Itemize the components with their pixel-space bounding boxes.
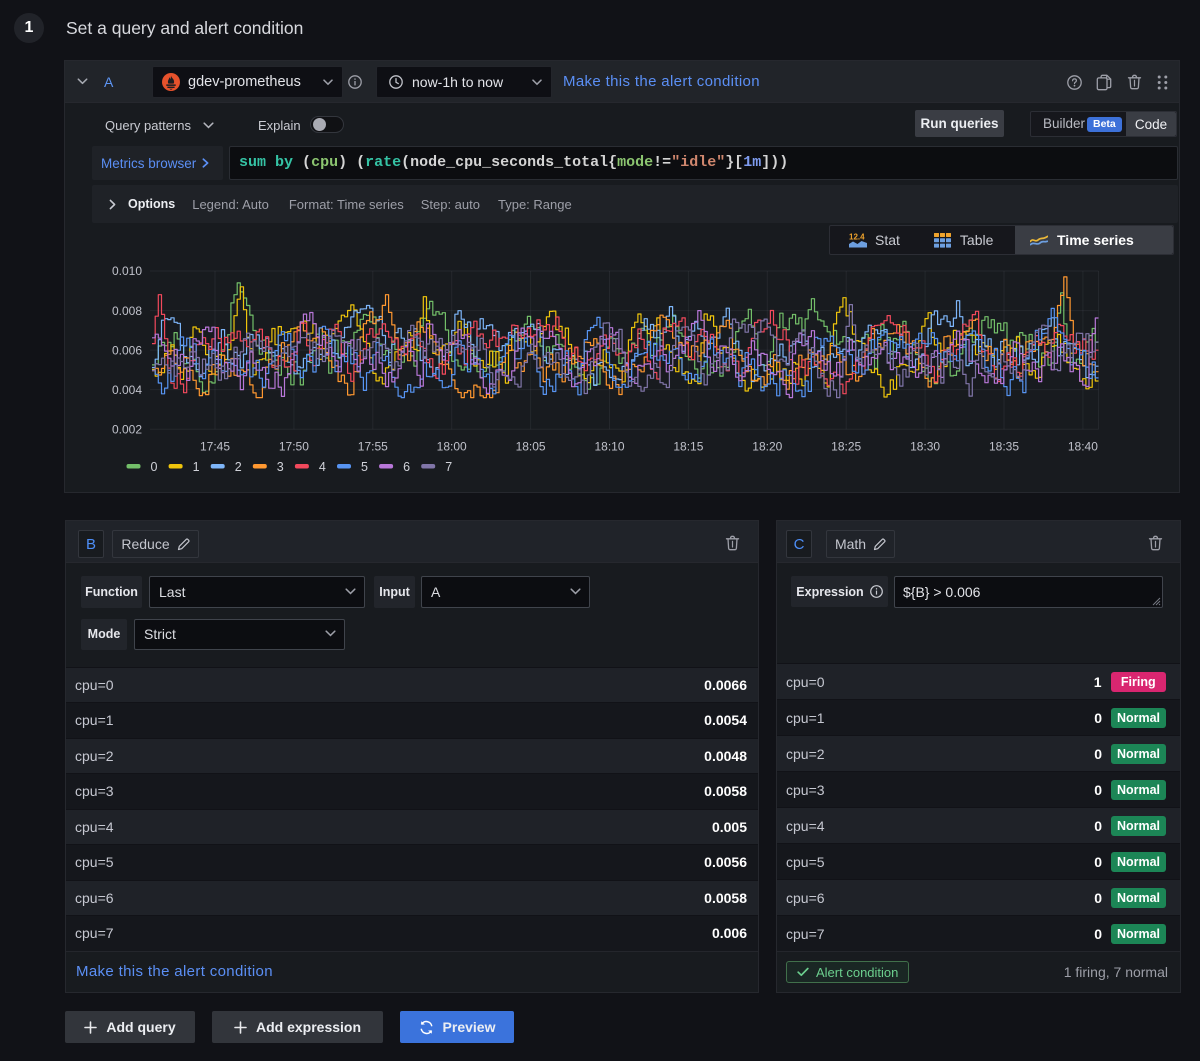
svg-text:4: 4 (319, 460, 326, 474)
svg-text:0.004: 0.004 (112, 383, 142, 397)
svg-text:0.002: 0.002 (112, 422, 142, 436)
svg-text:18:05: 18:05 (516, 440, 546, 454)
svg-text:0: 0 (151, 460, 158, 474)
svg-text:0.006: 0.006 (112, 343, 142, 357)
svg-text:17:45: 17:45 (200, 440, 230, 454)
svg-text:1: 1 (193, 460, 200, 474)
svg-text:18:35: 18:35 (989, 440, 1019, 454)
svg-text:18:40: 18:40 (1068, 440, 1098, 454)
svg-text:18:20: 18:20 (752, 440, 782, 454)
svg-text:6: 6 (403, 460, 410, 474)
svg-text:18:30: 18:30 (910, 440, 940, 454)
svg-text:7: 7 (445, 460, 452, 474)
svg-text:18:00: 18:00 (437, 440, 467, 454)
svg-text:18:25: 18:25 (831, 440, 861, 454)
svg-text:17:55: 17:55 (358, 440, 388, 454)
svg-text:5: 5 (361, 460, 368, 474)
svg-text:18:10: 18:10 (594, 440, 624, 454)
svg-text:3: 3 (277, 460, 284, 474)
svg-text:17:50: 17:50 (279, 440, 309, 454)
svg-text:2: 2 (235, 460, 242, 474)
svg-text:18:15: 18:15 (673, 440, 703, 454)
svg-text:0.008: 0.008 (112, 304, 142, 318)
svg-text:0.010: 0.010 (112, 264, 142, 278)
